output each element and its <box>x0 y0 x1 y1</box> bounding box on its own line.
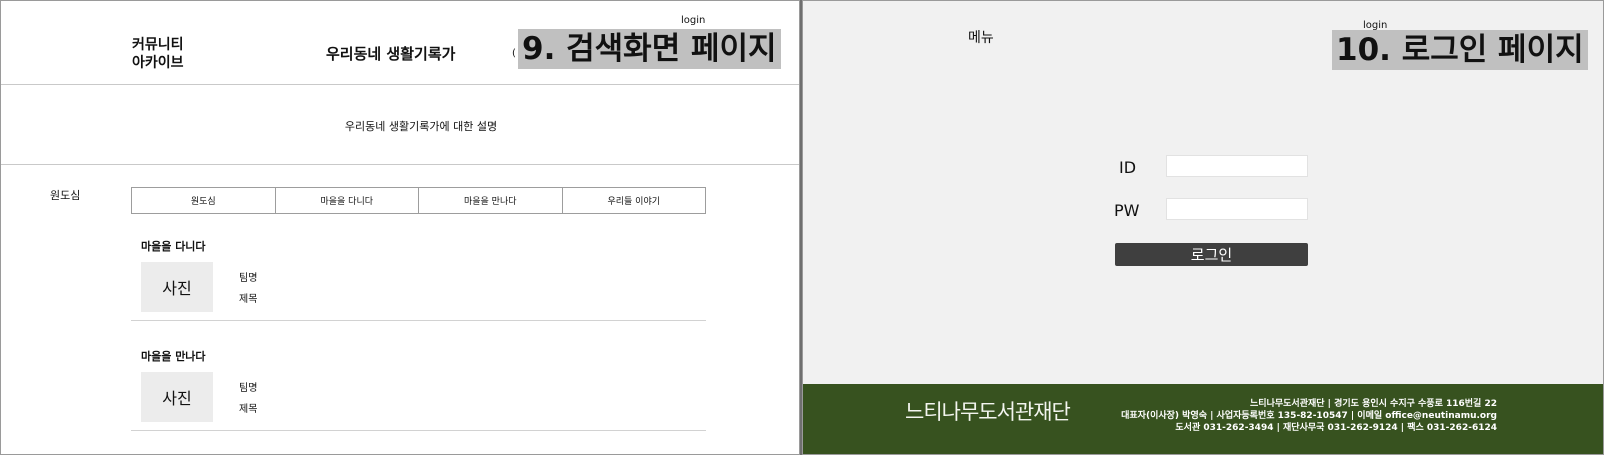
footer: 느티나무도서관재단 느티나무도서관재단 | 경기도 용인시 수지구 수풍로 11… <box>803 384 1603 454</box>
header-divider <box>1 84 799 85</box>
photo-placeholder[interactable]: 사진 <box>141 262 213 312</box>
team-name: 팀명 <box>239 383 258 394</box>
section-title: 마을을 다니다 <box>141 240 206 253</box>
site-description: 우리동네 생활기록가에 대한 설명 <box>344 120 498 133</box>
logo-line-1: 커뮤니티 <box>132 37 184 53</box>
search-page-panel: 커뮤니티 아카이브 우리동네 생활기록가 ( login 9. 검색화면 페이지… <box>0 0 800 455</box>
section-title: 마을을 만나다 <box>141 350 206 363</box>
category-tabs: 원도심 마을을 다니다 마을을 만나다 우리들 이야기 <box>131 187 706 214</box>
logo-line-2: 아카이브 <box>132 55 184 71</box>
login-link[interactable]: login <box>681 15 705 26</box>
description-divider <box>1 164 799 165</box>
page-label: 9. 검색화면 페이지 <box>518 29 781 69</box>
post-title[interactable]: 제목 <box>239 400 257 415</box>
team-name: 팀명 <box>239 273 258 284</box>
footer-info: 느티나무도서관재단 | 경기도 용인시 수지구 수풍로 116번길 22 대표자… <box>1121 398 1497 434</box>
tab-our-stories[interactable]: 우리들 이야기 <box>563 188 706 213</box>
site-logo[interactable]: 커뮤니티 아카이브 <box>132 36 184 72</box>
page-label: 10. 로그인 페이지 <box>1332 30 1588 70</box>
photo-placeholder[interactable]: 사진 <box>141 372 213 422</box>
foundation-logo[interactable]: 느티나무도서관재단 <box>905 396 1071 426</box>
post-title[interactable]: 제목 <box>239 290 257 305</box>
menu-button[interactable]: 메뉴 <box>968 27 994 47</box>
footer-address: 느티나무도서관재단 | 경기도 용인시 수지구 수풍로 116번길 22 <box>1250 399 1497 409</box>
footer-registration: 대표자(이사장) 박영숙 | 사업자등록번호 135-82-10547 | 이메… <box>1121 411 1497 421</box>
tab-downtown[interactable]: 원도심 <box>132 188 276 213</box>
login-page-panel: 메뉴 login 10. 로그인 페이지 ID PW 로그인 느티나무도서관재단… <box>802 0 1604 455</box>
section-divider <box>131 430 706 431</box>
header-paren-text: ( <box>512 48 516 59</box>
pw-label: PW <box>1114 201 1140 220</box>
id-input[interactable] <box>1166 155 1308 177</box>
side-category-label: 원도심 <box>50 189 81 202</box>
login-button[interactable]: 로그인 <box>1115 243 1308 266</box>
id-label: ID <box>1119 158 1137 177</box>
pw-input[interactable] <box>1166 198 1308 220</box>
section-divider <box>131 320 706 321</box>
footer-contacts: 도서관 031-262-3494 | 재단사무국 031-262-9124 | … <box>1175 423 1497 433</box>
tab-walk-village[interactable]: 마을을 다니다 <box>276 188 419 213</box>
site-title[interactable]: 우리동네 생활기록가 <box>326 43 455 64</box>
tab-meet-village[interactable]: 마을을 만나다 <box>419 188 563 213</box>
